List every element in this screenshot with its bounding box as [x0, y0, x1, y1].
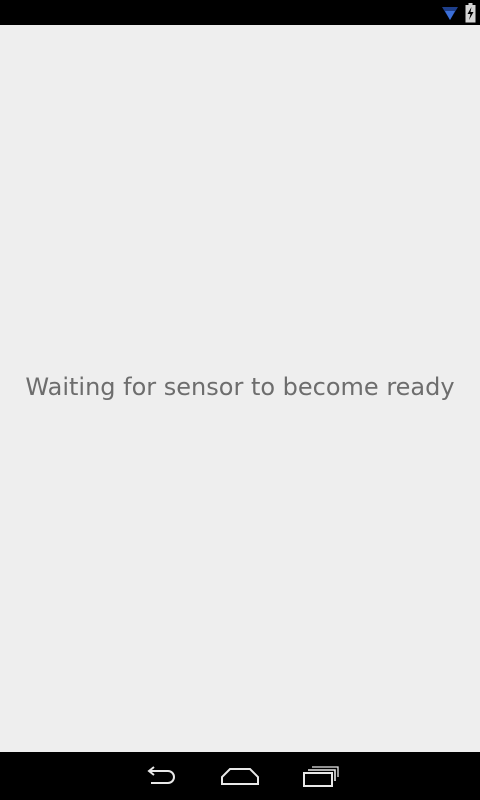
home-icon — [220, 765, 260, 787]
back-icon — [142, 764, 178, 788]
back-button[interactable] — [120, 752, 200, 800]
recents-icon — [303, 765, 339, 787]
status-bar — [0, 0, 480, 25]
battery-charging-icon — [465, 2, 476, 23]
recents-button[interactable] — [281, 752, 361, 800]
wifi-icon — [441, 4, 459, 22]
app-content: Waiting for sensor to become ready — [0, 25, 480, 752]
status-icons — [441, 2, 476, 23]
sensor-status-message: Waiting for sensor to become ready — [25, 373, 455, 401]
navigation-bar — [0, 752, 480, 800]
home-button[interactable] — [200, 752, 280, 800]
device-screen: Waiting for sensor to become ready — [0, 0, 480, 800]
